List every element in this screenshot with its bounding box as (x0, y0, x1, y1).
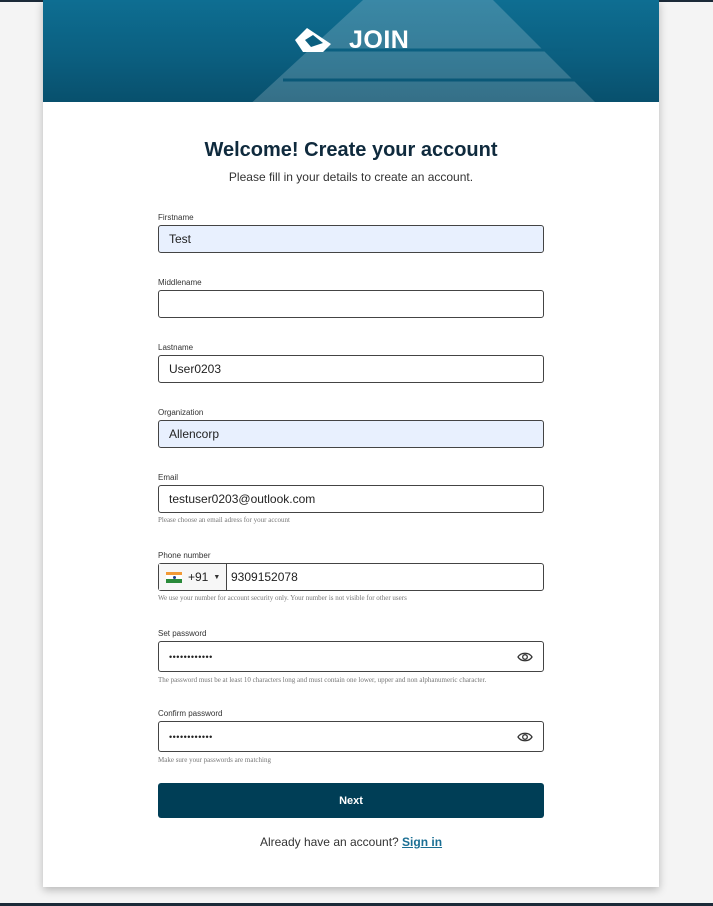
confirm-password-value: •••••••••••• (169, 731, 213, 742)
email-input[interactable]: testuser0203@outlook.com (158, 485, 544, 513)
confirm-password-label: Confirm password (158, 709, 223, 718)
middlename-input[interactable] (158, 290, 544, 318)
email-help-text: Please choose an email adress for your a… (158, 516, 290, 524)
signin-prompt-line: Already have an account? Sign in (43, 835, 659, 849)
lastname-input[interactable]: User0203 (158, 355, 544, 383)
lastname-label: Lastname (158, 343, 194, 352)
country-dial-code: +91 (188, 570, 209, 584)
phone-help-text: We use your number for account security … (158, 594, 407, 602)
phone-label: Phone number (158, 551, 211, 560)
password-value: •••••••••••• (169, 651, 213, 662)
confirm-password-input[interactable]: •••••••••••• (158, 721, 544, 752)
signup-card: JOIN Welcome! Create your account Please… (43, 0, 659, 887)
organization-label: Organization (158, 408, 204, 417)
signin-link[interactable]: Sign in (402, 835, 442, 849)
country-code-select[interactable]: +91 ▼ (159, 564, 227, 590)
password-label: Set password (158, 629, 207, 638)
india-flag-icon (166, 571, 182, 583)
password-help-text: The password must be at least 10 charact… (158, 676, 487, 684)
phone-number-input[interactable]: 9309152078 (227, 570, 298, 584)
phone-field: +91 ▼ 9309152078 (158, 563, 544, 591)
next-button[interactable]: Next (158, 783, 544, 818)
eye-icon[interactable] (517, 731, 533, 743)
middlename-label: Middlename (158, 278, 202, 287)
caret-down-icon: ▼ (213, 573, 221, 581)
firstname-label: Firstname (158, 213, 194, 222)
page-title: Welcome! Create your account (204, 139, 498, 161)
join-logo-icon (295, 28, 331, 52)
page-subtitle: Please fill in your details to create an… (228, 170, 474, 184)
password-input[interactable]: •••••••••••• (158, 641, 544, 672)
firstname-input[interactable]: Test (158, 225, 544, 253)
email-label: Email (158, 473, 179, 482)
header-banner: JOIN (43, 0, 659, 102)
confirm-password-help-text: Make sure your passwords are matching (158, 756, 271, 764)
organization-input[interactable]: Allencorp (158, 420, 544, 448)
eye-icon[interactable] (517, 651, 533, 663)
brand-name: JOIN (349, 25, 410, 54)
signin-prompt-text: Already have an account? (259, 835, 399, 849)
brand-logo[interactable]: JOIN (293, 24, 409, 56)
